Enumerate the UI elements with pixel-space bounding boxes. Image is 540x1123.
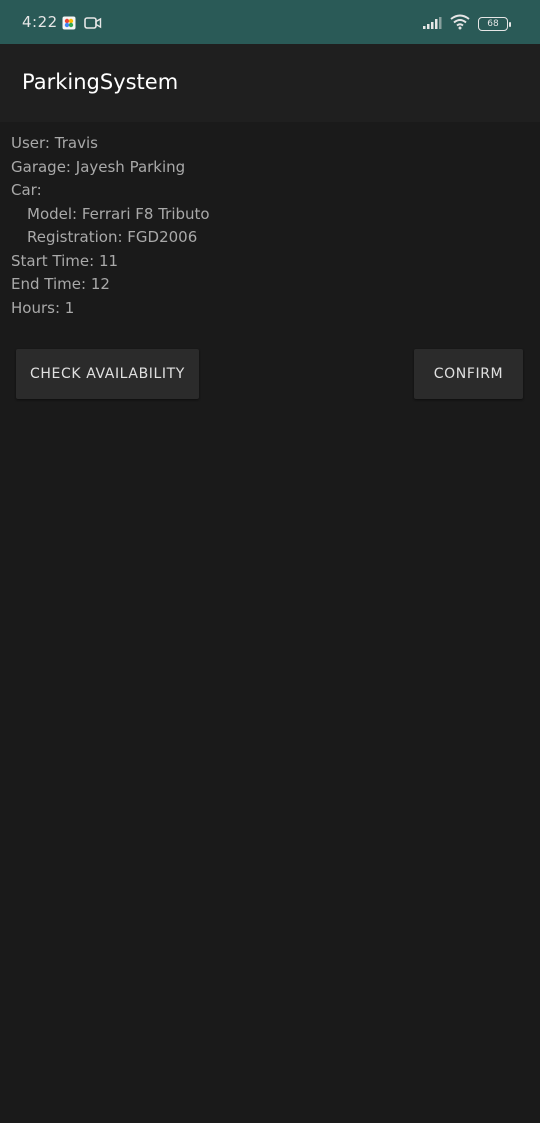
status-bar: 4:22 68	[0, 0, 540, 44]
battery-icon: 68	[478, 17, 511, 31]
app-bar: ParkingSystem	[0, 44, 540, 122]
confirm-button[interactable]: CONFIRM	[414, 349, 523, 399]
booking-details: User: Travis Garage: Jayesh Parking Car:…	[11, 132, 511, 320]
app-title: ParkingSystem	[22, 70, 179, 94]
garage-label: Garage:	[11, 157, 71, 176]
hours-value: 1	[64, 298, 75, 317]
start-time-row: Start Time: 11	[11, 250, 511, 274]
garage-row: Garage: Jayesh Parking	[11, 156, 511, 180]
start-time-label: Start Time:	[11, 251, 95, 270]
model-value: Ferrari F8 Tributo	[81, 204, 210, 223]
battery-level: 68	[487, 19, 499, 29]
registration-value: FGD2006	[127, 228, 198, 246]
model-row: Model: Ferrari F8 Tributo	[11, 203, 511, 227]
end-time-value: 12	[90, 275, 110, 293]
hours-row: Hours: 1	[11, 297, 511, 321]
model-label: Model:	[27, 204, 78, 223]
video-camera-icon	[84, 15, 102, 34]
car-label: Car:	[11, 181, 42, 199]
user-value: Travis	[54, 134, 98, 152]
registration-row: Registration: FGD2006	[11, 226, 511, 250]
garage-value: Jayesh Parking	[75, 157, 186, 176]
end-time-label: End Time:	[11, 275, 87, 293]
car-row: Car:	[11, 179, 511, 203]
wifi-icon	[450, 14, 470, 34]
user-row: User: Travis	[11, 132, 511, 156]
status-left-icons	[62, 15, 102, 34]
end-time-row: End Time: 12	[11, 273, 511, 297]
status-right-icons: 68	[422, 14, 511, 34]
start-time-value: 11	[98, 251, 119, 270]
photos-icon	[62, 15, 76, 34]
registration-label: Registration:	[27, 228, 123, 246]
check-availability-button[interactable]: CHECK AVAILABILITY	[16, 349, 199, 399]
user-label: User:	[11, 134, 50, 152]
hours-label: Hours:	[11, 298, 60, 317]
signal-icon	[422, 15, 442, 34]
status-time: 4:22	[22, 13, 58, 31]
